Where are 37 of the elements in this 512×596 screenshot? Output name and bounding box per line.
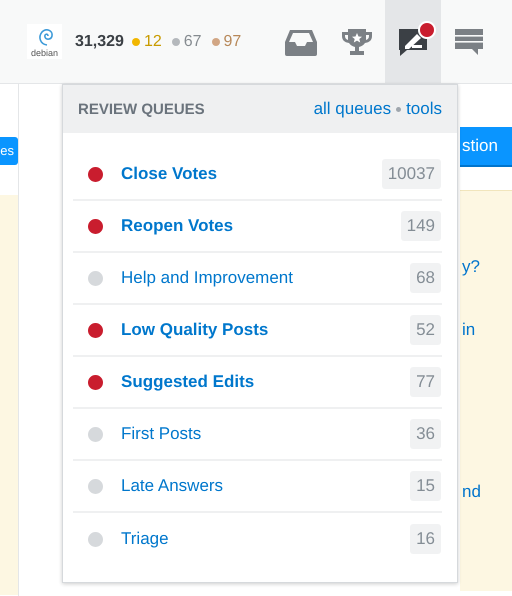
queue-link[interactable]: Suggested Edits: [121, 372, 410, 392]
link[interactable]: y?: [462, 257, 480, 277]
count-badge: 52: [410, 315, 441, 345]
badge-count: 67: [184, 32, 202, 50]
badge-count: 97: [224, 32, 242, 50]
separator-dot: [396, 106, 402, 112]
count-badge: 77: [410, 367, 441, 397]
chat-icon: [453, 26, 486, 56]
count-badge: 149: [400, 211, 441, 241]
count-badge: 36: [410, 419, 441, 449]
queue-link[interactable]: Reopen Votes: [121, 216, 401, 236]
queue-link[interactable]: Late Answers: [121, 476, 410, 496]
link[interactable]: in: [462, 320, 476, 340]
user-avatar[interactable]: debian: [27, 24, 62, 59]
badge-dot: [212, 38, 220, 46]
count-badge: 68: [410, 263, 441, 293]
reputation-count: 31,329: [75, 32, 124, 50]
badge-dot: [172, 38, 180, 46]
count-badge: 10037: [382, 159, 441, 189]
queue-link[interactable]: Close Votes: [121, 164, 382, 184]
link[interactable]: all queues: [314, 99, 392, 119]
link[interactable]: tools: [406, 99, 442, 119]
notification-dot: [418, 21, 436, 39]
queue-link[interactable]: Triage: [121, 529, 410, 549]
trophy-icon: [341, 26, 374, 56]
count-badge: 16: [410, 524, 441, 554]
ask-question-button[interactable]: stion: [460, 127, 512, 167]
link[interactable]: nd: [462, 482, 481, 502]
topbar-button[interactable]: [385, 0, 442, 83]
badge-count: 12: [144, 32, 162, 50]
count-badge: 15: [410, 471, 441, 501]
badge-dot: [132, 38, 140, 46]
button[interactable]: es: [0, 137, 18, 165]
queue-link[interactable]: Help and Improvement: [121, 268, 410, 288]
queue-link[interactable]: First Posts: [121, 424, 410, 444]
dropdown-title: REVIEW QUEUES: [78, 100, 205, 118]
queue-link[interactable]: Low Quality Posts: [121, 320, 410, 340]
